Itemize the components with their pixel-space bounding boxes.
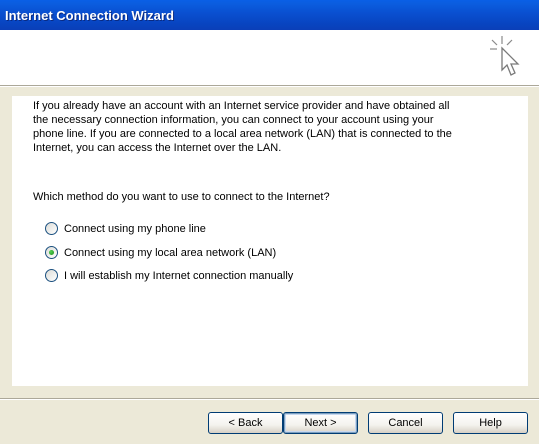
cancel-button[interactable]: Cancel <box>368 412 443 434</box>
wizard-header <box>0 30 539 86</box>
method-question: Which method do you want to use to conne… <box>33 191 330 203</box>
header-divider <box>0 86 539 87</box>
option-lan[interactable]: Connect using my local area network (LAN… <box>45 246 276 259</box>
wizard-cursor-sparkle-icon <box>490 36 520 76</box>
radio-label: Connect using my local area network (LAN… <box>64 246 277 259</box>
intro-line: Internet, you can access the Internet ov… <box>33 142 282 154</box>
radio-button-checked[interactable] <box>45 246 58 259</box>
intro-line: phone line. If you are connected to a lo… <box>33 128 452 140</box>
intro-text: If you already have an account with an I… <box>33 99 473 155</box>
radio-label: I will establish my Internet connection … <box>64 269 294 282</box>
radio-label: Connect using my phone line <box>64 222 206 235</box>
button-bar-divider <box>0 398 539 400</box>
back-button[interactable]: < Back <box>208 412 283 434</box>
intro-line: the necessary connection information, yo… <box>33 114 434 126</box>
window-titlebar[interactable]: Internet Connection Wizard <box>0 0 539 30</box>
window-title: Internet Connection Wizard <box>5 7 174 23</box>
help-button[interactable]: Help <box>453 412 528 434</box>
option-phone-line[interactable]: Connect using my phone line <box>45 222 206 235</box>
option-manual[interactable]: I will establish my Internet connection … <box>45 269 293 282</box>
radio-button[interactable] <box>45 269 58 282</box>
radio-button[interactable] <box>45 222 58 235</box>
next-button[interactable]: Next > <box>283 412 358 434</box>
intro-line: If you already have an account with an I… <box>33 100 450 112</box>
